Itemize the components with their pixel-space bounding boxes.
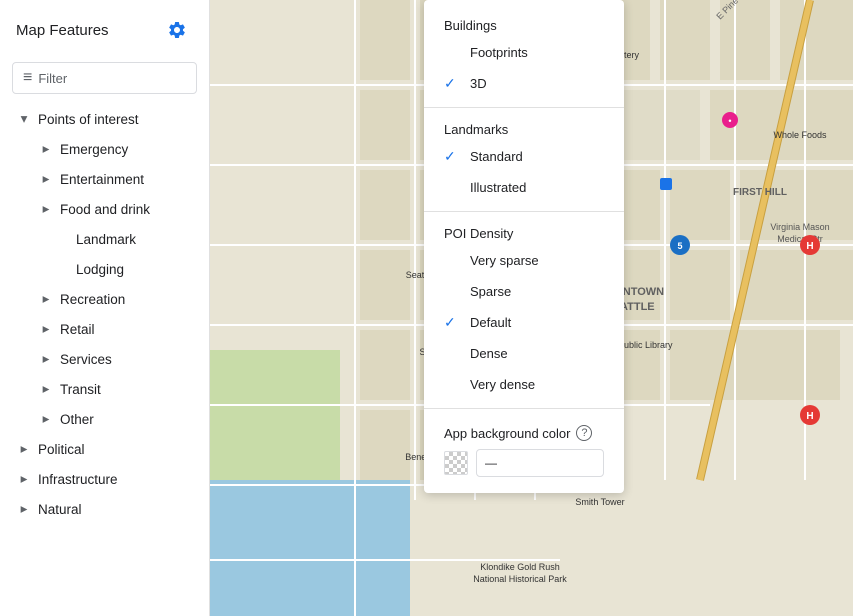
footprints-item[interactable]: ✓ Footprints — [424, 37, 624, 68]
svg-text:H: H — [806, 411, 813, 422]
sidebar-header: Map Features — [0, 0, 209, 56]
gear-button[interactable] — [161, 14, 193, 46]
filter-label: Filter — [38, 71, 67, 86]
sidebar-item-food-and-drink[interactable]: ▸ Food and drink — [0, 194, 209, 224]
color-value: — — [485, 456, 497, 470]
chevron-right-icon: ▸ — [38, 321, 54, 337]
app-bg-label-row: App background color ? — [444, 425, 604, 441]
sidebar-item-landmark[interactable]: ▸ Landmark — [0, 224, 209, 254]
svg-text:H: H — [806, 241, 813, 252]
sidebar-item-political[interactable]: ▸ Political — [0, 434, 209, 464]
sidebar-item-infrastructure[interactable]: ▸ Infrastructure — [0, 464, 209, 494]
sidebar-item-label: Points of interest — [38, 112, 139, 127]
sidebar-item-transit[interactable]: ▸ Transit — [0, 374, 209, 404]
sidebar-item-label: Lodging — [76, 262, 124, 277]
svg-text:Whole Foods: Whole Foods — [773, 130, 827, 140]
sidebar-item-label: Services — [60, 352, 112, 367]
sidebar-item-lodging[interactable]: ▸ Lodging — [0, 254, 209, 284]
sparse-item[interactable]: ✓ Sparse — [424, 276, 624, 307]
3d-item[interactable]: ✓ 3D — [424, 68, 624, 99]
chevron-right-icon: ▸ — [16, 501, 32, 517]
landmarks-section-title: Landmarks — [424, 116, 624, 141]
standard-item[interactable]: ✓ Standard — [424, 141, 624, 172]
svg-text:•: • — [728, 116, 731, 126]
sidebar-title: Map Features — [16, 22, 109, 39]
app-bg-label: App background color — [444, 426, 570, 441]
buildings-section-title: Buildings — [424, 12, 624, 37]
footprints-label: Footprints — [470, 45, 528, 60]
illustrated-label: Illustrated — [470, 180, 526, 195]
dense-label: Dense — [470, 346, 508, 361]
sidebar-item-label: Food and drink — [60, 202, 150, 217]
sidebar-item-label: Entertainment — [60, 172, 144, 187]
dropdown-panel: Buildings ✓ Footprints ✓ 3D Landmarks ✓ … — [424, 0, 624, 493]
very-dense-item[interactable]: ✓ Very dense — [424, 369, 624, 400]
svg-text:FIRST HILL: FIRST HILL — [733, 187, 787, 198]
very-sparse-item[interactable]: ✓ Very sparse — [424, 245, 624, 276]
sidebar: Map Features ≡ Filter ▾ Points of intere… — [0, 0, 210, 616]
very-dense-label: Very dense — [470, 377, 535, 392]
check-icon: ✓ — [444, 314, 462, 331]
chevron-right-icon: ▸ — [38, 411, 54, 427]
filter-icon: ≡ — [23, 69, 32, 87]
illustrated-item[interactable]: ✓ Illustrated — [424, 172, 624, 203]
sidebar-item-recreation[interactable]: ▸ Recreation — [0, 284, 209, 314]
sidebar-item-retail[interactable]: ▸ Retail — [0, 314, 209, 344]
sidebar-item-label: Infrastructure — [38, 472, 118, 487]
check-icon: ✓ — [444, 148, 462, 165]
sidebar-item-label: Retail — [60, 322, 95, 337]
chevron-right-icon: ▸ — [16, 471, 32, 487]
chevron-right-icon: ▸ — [38, 201, 54, 217]
app-background-section: App background color ? — — [424, 417, 624, 481]
color-input-box[interactable]: — — [476, 449, 604, 477]
help-icon[interactable]: ? — [576, 425, 592, 441]
chevron-down-icon: ▾ — [16, 111, 32, 127]
map-area: .road { stroke: #fff; stroke-width: 2; f… — [210, 0, 853, 616]
chevron-right-icon: ▸ — [38, 291, 54, 307]
very-sparse-label: Very sparse — [470, 253, 539, 268]
filter-row: ≡ Filter — [0, 56, 209, 104]
chevron-right-icon: ▸ — [38, 171, 54, 187]
color-swatch-row: — — [444, 449, 604, 477]
color-swatch-checker[interactable] — [444, 451, 468, 475]
svg-text:Virginia Mason: Virginia Mason — [770, 222, 829, 232]
sidebar-list: ▾ Points of interest ▸ Emergency ▸ Enter… — [0, 104, 209, 616]
standard-label: Standard — [470, 149, 523, 164]
check-icon: ✓ — [444, 75, 462, 92]
divider-3 — [424, 408, 624, 409]
sidebar-item-label: Transit — [60, 382, 101, 397]
sidebar-item-label: Natural — [38, 502, 82, 517]
sidebar-item-natural[interactable]: ▸ Natural — [0, 494, 209, 524]
3d-label: 3D — [470, 76, 487, 91]
default-label: Default — [470, 315, 511, 330]
divider-1 — [424, 107, 624, 108]
sidebar-item-label: Landmark — [76, 232, 136, 247]
chevron-right-icon: ▸ — [38, 351, 54, 367]
chevron-right-icon: ▸ — [38, 381, 54, 397]
svg-text:Klondike Gold Rush: Klondike Gold Rush — [480, 562, 560, 572]
sidebar-item-points-of-interest[interactable]: ▾ Points of interest — [0, 104, 209, 134]
sidebar-item-services[interactable]: ▸ Services — [0, 344, 209, 374]
poi-density-section-title: POI Density — [424, 220, 624, 245]
sidebar-item-label: Emergency — [60, 142, 128, 157]
sidebar-item-other[interactable]: ▸ Other — [0, 404, 209, 434]
chevron-right-icon: ▸ — [16, 441, 32, 457]
sidebar-item-label: Recreation — [60, 292, 125, 307]
sidebar-item-label: Political — [38, 442, 85, 457]
dense-item[interactable]: ✓ Dense — [424, 338, 624, 369]
svg-text:National Historical Park: National Historical Park — [473, 574, 567, 584]
chevron-right-icon: ▸ — [38, 141, 54, 157]
default-item[interactable]: ✓ Default — [424, 307, 624, 338]
sidebar-item-emergency[interactable]: ▸ Emergency — [0, 134, 209, 164]
sparse-label: Sparse — [470, 284, 511, 299]
svg-text:5: 5 — [677, 241, 682, 251]
divider-2 — [424, 211, 624, 212]
sidebar-item-entertainment[interactable]: ▸ Entertainment — [0, 164, 209, 194]
svg-text:Smith Tower: Smith Tower — [575, 497, 624, 507]
sidebar-item-label: Other — [60, 412, 94, 427]
filter-input[interactable]: ≡ Filter — [12, 62, 197, 94]
